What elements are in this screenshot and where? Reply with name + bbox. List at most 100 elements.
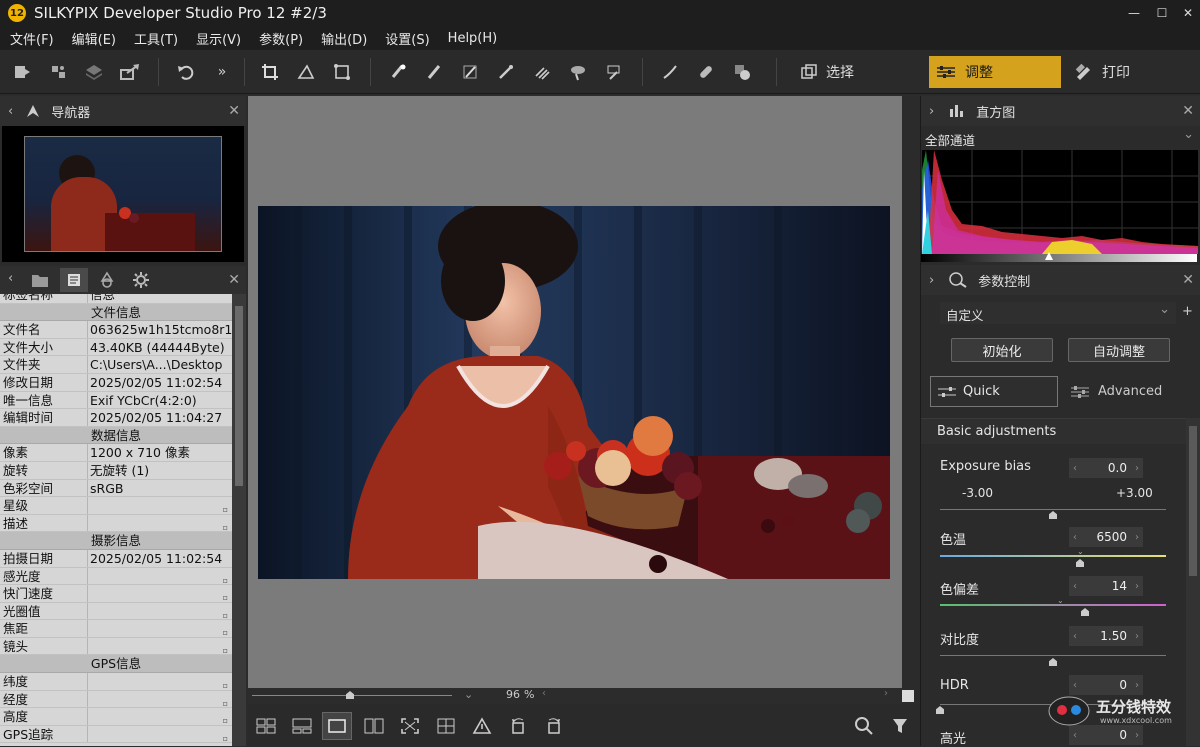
partial-correction-icon[interactable] [602,60,626,84]
perspective-icon[interactable] [330,60,354,84]
open-file-icon[interactable] [10,60,34,84]
menu-tools[interactable]: 工具(T) [134,29,178,48]
add-preset-icon[interactable]: + [1182,304,1193,319]
edit-field-icon[interactable]: ▫ [223,730,228,746]
adjust-mode-button[interactable]: 调整 [929,56,1061,88]
collapse-chevron-icon[interactable]: ‹ [8,104,13,119]
mask-brush-icon[interactable] [566,60,590,84]
info-row[interactable]: 色彩空间 sRGB [0,479,232,498]
eyedropper-icon[interactable] [494,60,518,84]
menu-file[interactable]: 文件(F) [10,29,54,48]
temperature-slider-track[interactable] [940,555,1166,557]
info-row[interactable]: 像素 1200 x 710 像素 [0,444,232,462]
layers-icon[interactable] [82,60,106,84]
folder-icon[interactable] [30,271,50,289]
info-row[interactable]: GPS追踪 ▫ [0,725,232,746]
param-close-icon[interactable]: ✕ [1182,272,1194,288]
auto-adjust-button[interactable]: 自动调整 [1068,338,1170,362]
gradient-brush-icon[interactable] [458,60,482,84]
info-scrollbar-thumb[interactable] [235,306,243,486]
channel-select[interactable]: 全部通道 ⌄ [921,127,1200,148]
menu-view[interactable]: 显示(V) [196,29,241,48]
navigator-preview-image[interactable] [24,136,222,252]
zoom-search-icon[interactable] [852,714,876,738]
main-photo[interactable] [258,206,890,579]
info-row[interactable]: 旋转 无旋转 (1) [0,461,232,480]
close-button[interactable]: ✕ [1172,0,1200,26]
tabs-back-chevron-icon[interactable]: ‹ [8,271,13,286]
bandage-icon[interactable] [694,60,718,84]
info-row[interactable]: 快门速度 ▫ [0,585,232,603]
filmstrip-view-icon[interactable] [290,714,314,738]
rotate-right-icon[interactable] [542,714,566,738]
info-row[interactable]: 高度 ▫ [0,708,232,726]
info-row[interactable]: 经度 ▫ [0,690,232,709]
composite-icon[interactable] [730,60,754,84]
contrast-value-field[interactable]: ‹ 1.50 › [1069,626,1143,646]
select-mode-button[interactable]: 选择 [790,56,910,88]
undo-icon[interactable] [174,60,198,84]
navigator-thumbnail[interactable] [2,126,244,262]
develop-settings-icon[interactable] [46,60,70,84]
fullscreen-icon[interactable] [398,714,422,738]
compare-view-icon[interactable] [362,714,386,738]
exposure-value-field[interactable]: ‹ 0.0 › [1069,458,1143,478]
info-row[interactable]: 感光度 ▫ [0,567,232,586]
crop-icon[interactable] [258,60,282,84]
info-row[interactable]: 描述 ▫ [0,514,232,536]
info-row[interactable]: 光圈值 ▫ [0,602,232,621]
noise-brush-icon[interactable] [530,60,554,84]
histogram-close-icon[interactable]: ✕ [1182,103,1194,119]
fit-view-icon[interactable] [902,690,914,702]
export-icon[interactable] [118,60,142,84]
preset-select[interactable]: 自定义 ⌄ [940,302,1176,324]
info-row[interactable]: 星级 ▫ [0,497,232,515]
basic-adjustments-header[interactable]: Basic adjustments [921,418,1186,444]
info-section-header[interactable]: GPS信息 [0,655,232,674]
zoom-left-arrow-icon[interactable]: ‹ [542,688,546,699]
recycle-icon[interactable] [98,271,116,289]
menu-settings[interactable]: 设置(S) [385,29,429,48]
filter-icon[interactable] [888,714,912,738]
info-row[interactable]: 焦距 ▫ [0,620,232,638]
contrast-slider-track[interactable] [940,655,1166,656]
info-row[interactable]: 文件大小 43.40KB (44444Byte) [0,338,232,357]
rotate-left-icon[interactable] [506,714,530,738]
info-row[interactable]: 文件名 063625w1h15tcmo8r1d [0,321,232,339]
info-row[interactable]: 唯一信息 Exif YCbCr(4:2:0) [0,391,232,410]
warning-icon[interactable] [470,714,494,738]
histogram-expand-chevron-icon[interactable]: › [929,104,934,119]
tint-slider-track[interactable] [940,604,1166,606]
tab-info[interactable] [60,268,88,292]
rotate-icon[interactable] [294,60,318,84]
menu-parameters[interactable]: 参数(P) [259,29,303,48]
info-row[interactable]: 纬度 ▫ [0,673,232,691]
info-section-header[interactable]: 摄影信息 [0,532,232,550]
zoom-right-arrow-icon[interactable]: › [884,688,888,699]
info-section-header[interactable]: 文件信息 [0,303,232,322]
spot-removal-icon[interactable] [386,60,410,84]
menu-edit[interactable]: 编辑(E) [72,29,116,48]
grid-overlay-icon[interactable] [434,714,458,738]
grid-view-icon[interactable] [254,714,278,738]
zoom-value[interactable]: 96 [506,688,520,701]
info-row[interactable]: 拍摄日期 2025/02/05 11:02:54 [0,549,232,568]
menu-help[interactable]: Help(H) [448,31,498,46]
info-row[interactable]: 修改日期 2025/02/05 11:02:54 [0,373,232,392]
print-mode-button[interactable]: 打印 [1066,56,1186,88]
advanced-mode-tab[interactable]: Advanced [1066,376,1184,407]
initialize-button[interactable]: 初始化 [951,338,1053,362]
zoom-slider-thumb[interactable] [346,691,354,699]
quick-mode-tab[interactable]: Quick [930,376,1058,407]
brush-icon[interactable] [422,60,446,84]
info-scrollbar[interactable] [232,294,246,746]
image-viewer[interactable] [248,96,902,688]
param-scrollbar-thumb[interactable] [1189,426,1197,576]
info-row[interactable]: 文件夹 C:\Users\A...\Desktop [0,356,232,374]
menu-output[interactable]: 输出(D) [321,29,367,48]
edit-field-icon[interactable]: ▫ [223,642,228,659]
edit-field-icon[interactable]: ▫ [223,519,228,536]
zoom-dropdown-icon[interactable]: ⌄ [464,688,473,701]
single-view-button[interactable] [322,712,352,740]
exposure-slider-track[interactable] [940,509,1166,510]
